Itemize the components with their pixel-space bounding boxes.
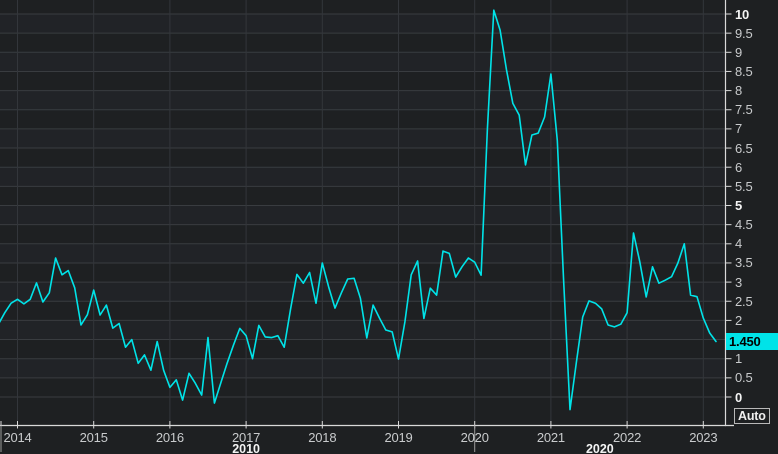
- y-tick-label: 3: [735, 274, 743, 290]
- x-tick-label: 2023: [689, 430, 718, 445]
- last-value-badge: 1.450: [726, 333, 778, 350]
- y-tick-label: 6.5: [735, 140, 753, 156]
- y-tick-label: 7: [735, 121, 743, 137]
- y-tick-label: 4.5: [735, 217, 753, 233]
- x-tick-label: 2022: [613, 430, 642, 445]
- x-tick-label: 2014: [3, 430, 32, 445]
- y-tick-label: 8: [735, 83, 743, 99]
- y-tick-label: 9: [735, 44, 743, 60]
- y-tick-label: 1: [735, 351, 743, 367]
- x-tick-label: 2019: [384, 430, 413, 445]
- y-tick-label: 5.5: [735, 178, 753, 194]
- y-tick-label: 0.5: [735, 370, 753, 386]
- x-tick-label: 2018: [308, 430, 337, 445]
- y-tick-label: 3.5: [735, 255, 753, 271]
- y-tick-label: 10: [735, 6, 750, 22]
- x-tick-label: 2021: [536, 430, 565, 445]
- x-tick-label: 2020: [460, 430, 489, 445]
- y-tick-label: 4: [735, 236, 743, 252]
- x-decade-label: 2020: [585, 442, 614, 454]
- plot-area[interactable]: [0, 0, 725, 425]
- terminal-chart-window: 10 9.5 9 8.5 8 7.5 7 6.5 6 5.5 5 4.5 4 3.5 3 2.5 2 1 0.5 0 …: [0, 0, 778, 454]
- y-tick-label: 2.5: [735, 293, 753, 309]
- y-tick-label: 9.5: [735, 25, 753, 41]
- x-decade-label: 2010: [232, 442, 260, 454]
- auto-scale-button[interactable]: Auto: [734, 408, 770, 424]
- y-tick-label: 7.5: [735, 102, 753, 118]
- x-tick-label: 2016: [155, 430, 184, 445]
- y-tick-label: 2: [735, 312, 743, 328]
- x-tick-label: 2015: [79, 430, 108, 445]
- y-tick-label: 8.5: [735, 63, 753, 79]
- y-tick-label: 0: [735, 389, 743, 405]
- y-tick-label: 6: [735, 159, 743, 175]
- y-tick-label: 5: [735, 198, 743, 213]
